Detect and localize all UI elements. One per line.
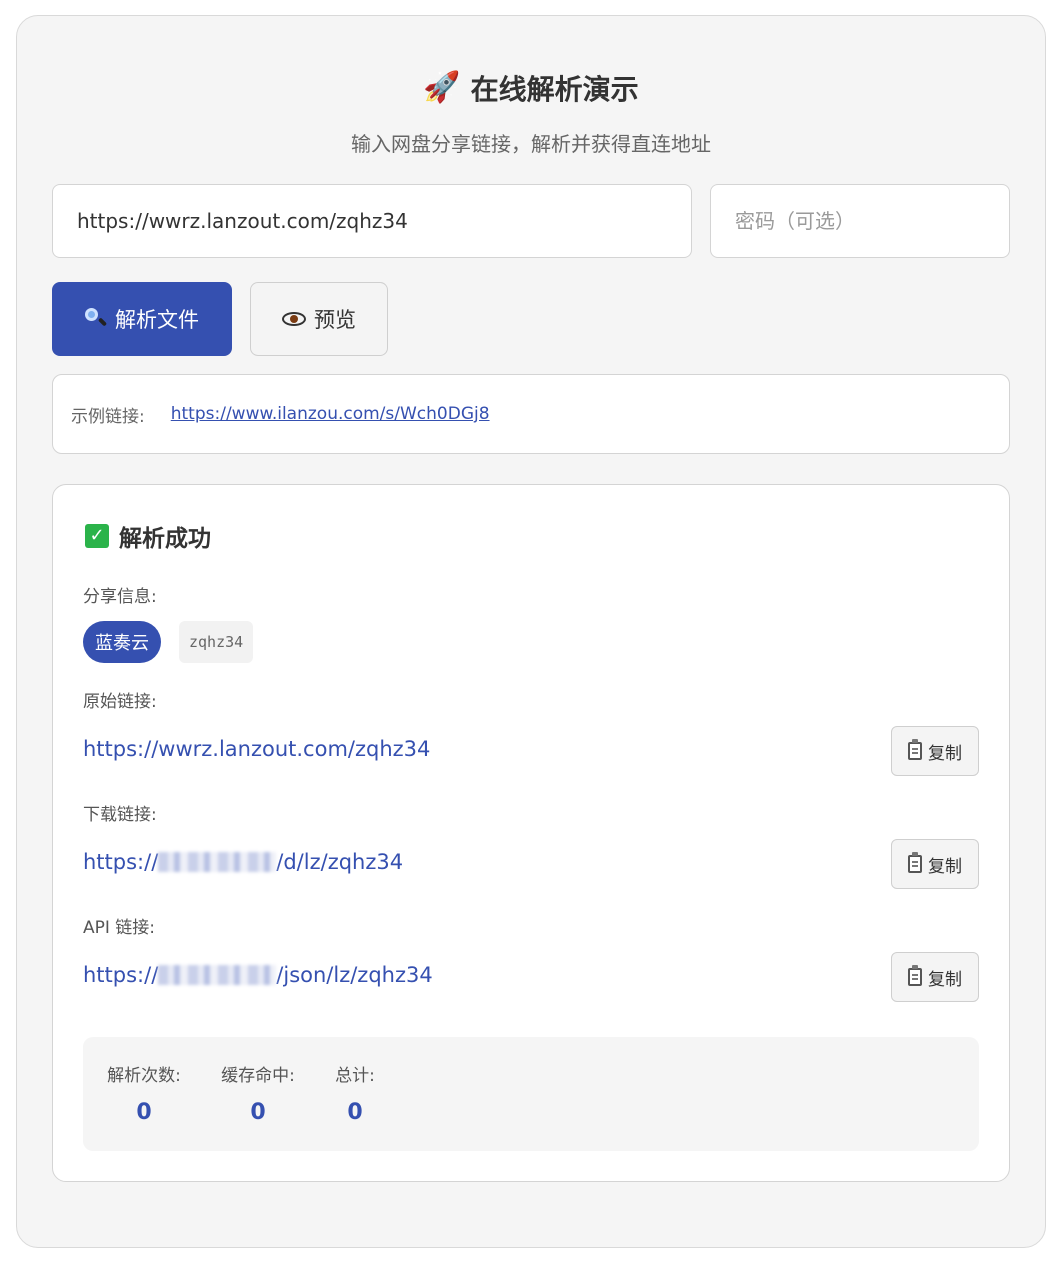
preview-label: 预览 [314,308,356,332]
original-link-label: 原始链接: [83,692,157,712]
stat-total: 总计: 0 [327,1061,383,1125]
api-link-label: API 链接: [83,918,156,938]
rocket-icon: 🚀 [423,70,461,105]
stat-label: 解析次数: [107,1066,181,1086]
clipboard-icon [908,965,922,986]
password-input[interactable] [710,184,1010,258]
share-url-input[interactable] [52,184,692,258]
provider-tag: 蓝奏云 [83,621,161,663]
example-label: 示例链接: [71,406,145,427]
blurred-host [158,965,277,985]
stat-parse-count: 解析次数: 0 [99,1061,189,1125]
stats-panel: 解析次数: 0 缓存命中: 0 总计: 0 [83,1037,979,1151]
stat-cache-hit: 缓存命中: 0 [213,1061,303,1125]
result-title: ✓ 解析成功 [85,519,211,553]
share-info-label: 分享信息: [83,587,157,607]
blurred-host [158,852,277,872]
copy-download-button[interactable]: 复制 [891,839,979,889]
copy-original-button[interactable]: 复制 [891,726,979,776]
result-panel: ✓ 解析成功 分享信息: 蓝奏云 zqhz34 原始链接: https://ww… [52,484,1010,1182]
stat-value: 0 [347,1100,363,1125]
eye-icon [282,312,306,326]
api-link[interactable]: https:// /json/lz/zqhz34 [83,963,433,987]
api-link-prefix: https:// [83,963,159,987]
original-link[interactable]: https://wwrz.lanzout.com/zqhz34 [83,737,430,761]
download-link-label: 下载链接: [83,805,157,825]
example-link[interactable]: https://www.ilanzou.com/s/Wch0DGj8 [171,404,490,424]
clipboard-icon [908,852,922,873]
page-title-text: 在线解析演示 [470,73,639,106]
clipboard-icon [908,739,922,760]
parse-file-button[interactable]: 解析文件 [52,282,232,356]
share-code-tag: zqhz34 [179,621,254,663]
stat-value: 0 [136,1100,152,1125]
example-box: 示例链接: https://www.ilanzou.com/s/Wch0DGj8 [52,374,1010,454]
page-title: 🚀 在线解析演示 [17,68,1045,108]
check-icon: ✓ [85,524,109,548]
copy-api-button[interactable]: 复制 [891,952,979,1002]
preview-button[interactable]: 预览 [250,282,388,356]
magnifier-icon [85,308,107,330]
parse-file-label: 解析文件 [115,308,199,332]
stat-label: 缓存命中: [221,1066,295,1086]
download-link-suffix: /d/lz/zqhz34 [276,850,404,874]
copy-label: 复制 [928,856,962,877]
copy-label: 复制 [928,969,962,990]
api-link-suffix: /json/lz/zqhz34 [276,963,433,987]
stat-value: 0 [250,1100,266,1125]
page-subtitle: 输入网盘分享链接，解析并获得直连地址 [351,132,711,156]
result-title-text: 解析成功 [119,526,211,552]
download-link[interactable]: https:// /d/lz/zqhz34 [83,850,403,874]
stat-label: 总计: [335,1066,375,1086]
copy-label: 复制 [928,743,962,764]
download-link-prefix: https:// [83,850,159,874]
